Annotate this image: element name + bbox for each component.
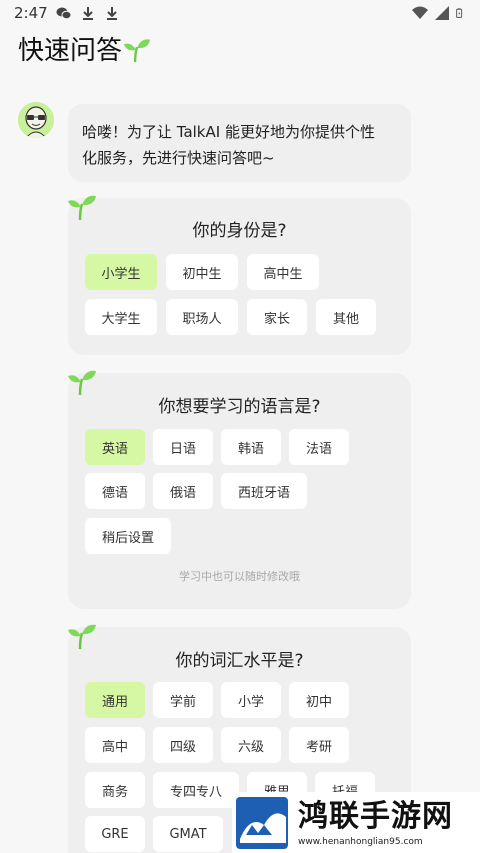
option-set-later[interactable]: 稍后设置 [85,518,171,554]
page-title-text: 快速问答 [18,36,123,66]
question-title: 你的词汇水平是? [175,651,304,671]
status-bar: 2:47 [0,0,480,26]
download-icon [106,7,117,20]
option-primary[interactable]: 小学 [221,682,281,718]
question-card-identity: 你的身份是? 小学生 初中生 高中生 大学生 职场人 家长 其他 [68,195,411,355]
option-general[interactable]: 通用 [85,682,145,718]
option-cet6[interactable]: 六级 [221,727,281,763]
signal-icon [435,6,449,20]
option-parent[interactable]: 家长 [247,299,307,335]
option-junior[interactable]: 初中 [289,682,349,718]
option-japanese[interactable]: 日语 [153,429,213,465]
option-primary-student[interactable]: 小学生 [85,254,157,290]
wifi-icon [412,6,428,19]
alien-avatar-icon [18,102,54,138]
option-senior[interactable]: 高中 [85,727,145,763]
option-russian[interactable]: 俄语 [153,473,213,509]
option-college[interactable]: 大学生 [85,299,157,335]
option-postgrad[interactable]: 考研 [289,727,349,763]
option-german[interactable]: 德语 [85,473,145,509]
option-preschool[interactable]: 学前 [153,682,213,718]
download-icon [82,7,93,20]
option-business[interactable]: 商务 [85,772,145,808]
watermark: 鸿联手游网 www.henanhonglian95.com [232,792,480,853]
option-spanish[interactable]: 西班牙语 [221,473,307,509]
option-professional[interactable]: 职场人 [166,299,238,335]
page-title: 快速问答 [18,30,152,67]
intro-message: 哈喽！为了让 TalkAI 能更好地为你提供个性 化服务，先进行快速问答吧~ [68,104,411,182]
question-card-language: 你想要学习的语言是? 英语 日语 韩语 法语 德语 俄语 西班牙语 稍后设置 学… [68,370,411,609]
watermark-url: www.henanhonglian95.com [298,836,423,847]
watermark-logo-icon [236,796,288,849]
option-other[interactable]: 其他 [316,299,376,335]
status-time: 2:47 [14,4,48,22]
wechat-icon [56,7,72,20]
question-title: 你的身份是? [192,221,287,241]
question-hint: 学习中也可以随时修改哦 [179,570,300,583]
option-french[interactable]: 法语 [289,429,349,465]
option-cet4[interactable]: 四级 [153,727,213,763]
avatar [18,102,54,138]
intro-line-2: 化服务，先进行快速问答吧~ [82,149,275,167]
watermark-name: 鸿联手游网 [298,798,453,834]
option-english[interactable]: 英语 [85,429,145,465]
option-gre[interactable]: GRE [85,816,145,852]
option-junior-high[interactable]: 初中生 [166,254,238,290]
question-title: 你想要学习的语言是? [158,397,321,417]
option-korean[interactable]: 韩语 [221,429,281,465]
battery-icon [456,8,463,18]
option-gmat[interactable]: GMAT [153,816,223,852]
sprout-icon [123,38,151,62]
option-tem[interactable]: 专四专八 [153,772,239,808]
option-senior-high[interactable]: 高中生 [247,254,319,290]
intro-line-1: 哈喽！为了让 TalkAI 能更好地为你提供个性 [82,123,375,141]
